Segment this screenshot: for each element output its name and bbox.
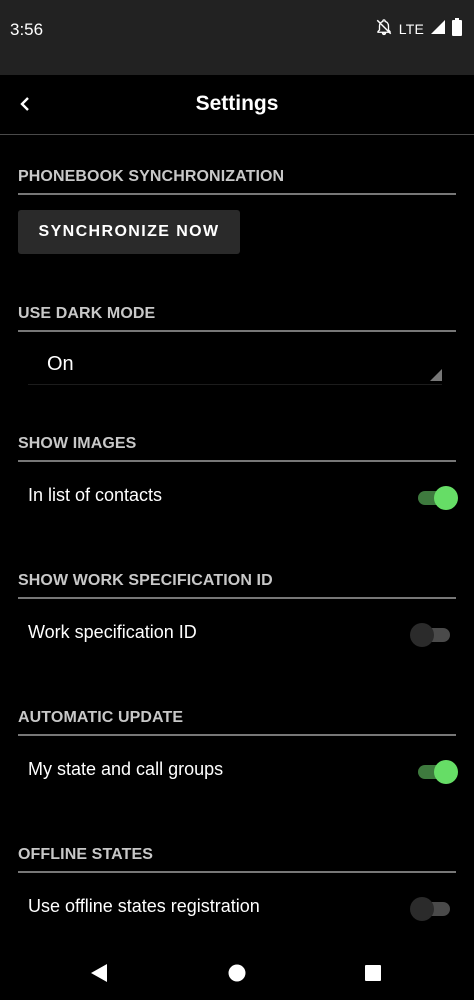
row-label: In list of contacts — [28, 485, 163, 505]
work-spec-toggle[interactable] — [410, 623, 456, 647]
page-title: Settings — [195, 92, 279, 115]
dark-mode-dropdown[interactable]: On — [28, 343, 442, 385]
home-circle-icon — [228, 964, 246, 982]
row-label: Use offline states registration — [28, 896, 260, 916]
recents-square-icon — [365, 965, 381, 981]
setting-row-state-and-call-groups[interactable]: My state and call groups — [28, 751, 458, 791]
row-label: My state and call groups — [28, 759, 224, 779]
row-label: Work specification ID — [28, 622, 197, 642]
section-header: SHOW WORK SPECIFICATION ID — [18, 572, 456, 599]
signal-icon — [430, 19, 446, 40]
nav-home-button[interactable] — [222, 958, 252, 988]
show-images-toggle[interactable] — [414, 486, 458, 510]
navigation-bar — [0, 946, 474, 1000]
section-header: SHOW IMAGES — [18, 435, 456, 462]
setting-row-work-specification-id[interactable]: Work specification ID — [28, 614, 456, 654]
status-time: 3:56 — [10, 20, 44, 39]
back-triangle-icon — [91, 964, 107, 982]
app-bar: Settings — [0, 75, 474, 135]
auto-update-toggle[interactable] — [414, 760, 458, 784]
section-phonebook-sync: PHONEBOOK SYNCHRONIZATION SYNCHRONIZE NO… — [18, 168, 456, 298]
section-offline-states: OFFLINE STATES Use offline states regist… — [18, 846, 456, 946]
setting-row-list-of-contacts[interactable]: In list of contacts — [28, 477, 458, 517]
section-header: PHONEBOOK SYNCHRONIZATION — [18, 168, 456, 195]
section-header: USE DARK MODE — [18, 305, 456, 332]
setting-row-offline-states-registration[interactable]: Use offline states registration — [28, 888, 456, 928]
settings-content[interactable]: PHONEBOOK SYNCHRONIZATION SYNCHRONIZE NO… — [0, 136, 474, 946]
status-icons: LTE — [375, 17, 462, 41]
battery-icon — [452, 17, 462, 41]
section-work-specification: SHOW WORK SPECIFICATION ID Work specific… — [18, 572, 456, 682]
toggle-thumb — [410, 897, 434, 921]
offline-states-toggle[interactable] — [410, 897, 456, 921]
synchronize-now-button[interactable]: SYNCHRONIZE NOW — [18, 210, 240, 254]
section-header: AUTOMATIC UPDATE — [18, 709, 456, 736]
nav-recents-button[interactable] — [358, 958, 388, 988]
section-dark-mode: USE DARK MODE On — [18, 305, 456, 395]
network-type: LTE — [398, 21, 424, 37]
nav-back-button[interactable] — [84, 958, 114, 988]
dropdown-arrow-icon — [430, 369, 442, 381]
toggle-thumb — [434, 486, 458, 510]
settings-screen: 3:56 LTE Settings PHONEBOOK SYNCHRONIZAT… — [0, 0, 474, 1000]
toggle-thumb — [410, 623, 434, 647]
notifications-off-icon — [375, 18, 393, 41]
section-header: OFFLINE STATES — [18, 846, 456, 873]
section-show-images: SHOW IMAGES In list of contacts — [18, 435, 458, 545]
toggle-thumb — [434, 760, 458, 784]
dropdown-selected-value: On — [47, 353, 74, 375]
status-bar: 3:56 LTE — [0, 0, 474, 75]
section-automatic-update: AUTOMATIC UPDATE My state and call group… — [18, 709, 458, 819]
